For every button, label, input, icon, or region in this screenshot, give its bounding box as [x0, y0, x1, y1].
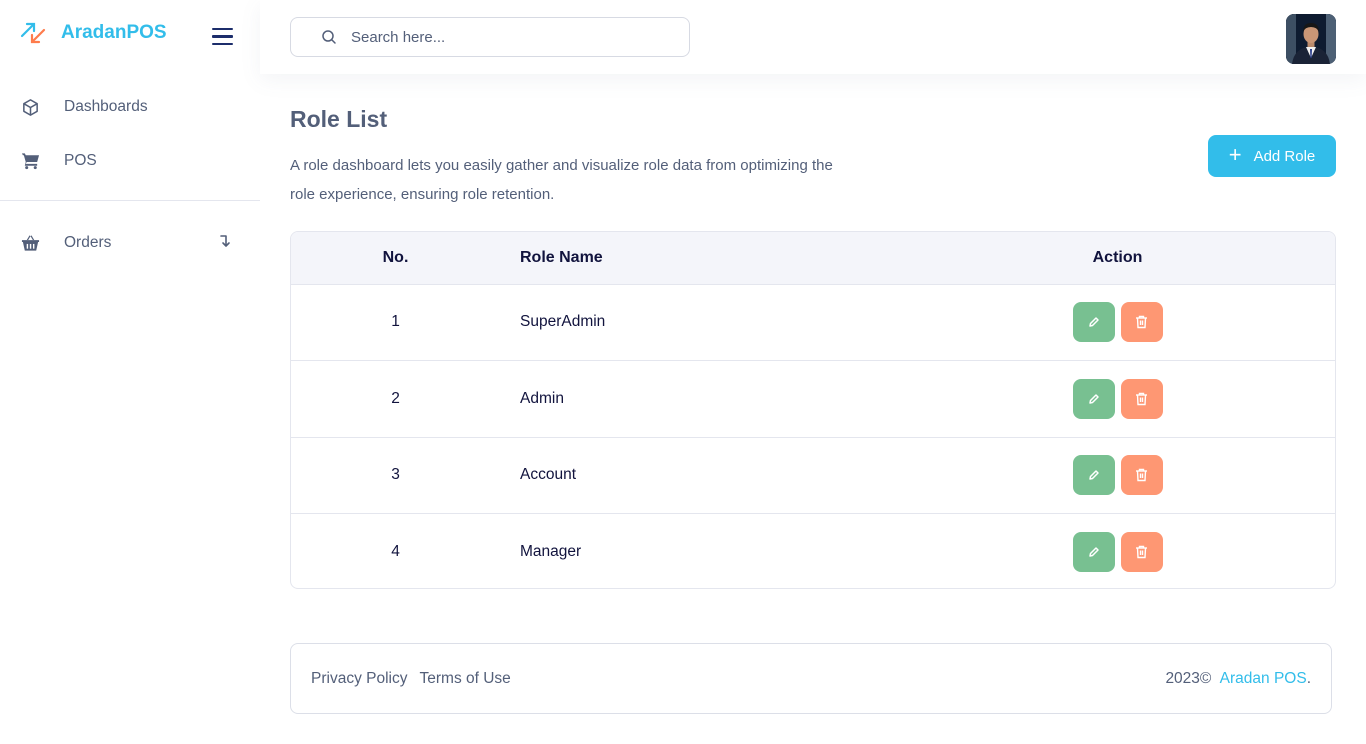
table-row: 3 Account — [291, 436, 1335, 514]
footer-links: Privacy Policy Terms of Use — [311, 670, 519, 688]
add-role-button[interactable]: + Add Role — [1208, 135, 1336, 177]
pencil-icon — [1088, 317, 1099, 327]
row-number: 3 — [291, 436, 500, 514]
top-bar — [260, 0, 1366, 74]
row-actions — [900, 513, 1335, 588]
trash-icon — [1136, 316, 1147, 329]
menu-toggle-icon[interactable] — [212, 28, 233, 45]
delete-button[interactable] — [1120, 532, 1163, 572]
search-icon — [322, 30, 336, 44]
pencil-icon — [1088, 470, 1099, 480]
brand-name: AradanPOS — [61, 22, 167, 43]
page-title: Role List — [290, 106, 388, 132]
sidebar-item-pos[interactable]: POS — [20, 149, 240, 173]
column-header-role-name[interactable]: Role Name — [500, 232, 900, 284]
sidebar-item-label: Dashboards — [64, 98, 148, 115]
sidebar-item-label: Orders — [64, 234, 112, 251]
row-number: 1 — [291, 283, 500, 361]
role-name: Account — [500, 436, 900, 514]
pencil-icon — [1088, 547, 1099, 557]
page-description: A role dashboard lets you easily gather … — [290, 157, 833, 203]
sidebar-item-orders[interactable]: Orders — [20, 231, 240, 255]
delete-button[interactable] — [1120, 302, 1163, 343]
row-actions — [900, 283, 1335, 361]
edit-button[interactable] — [1072, 302, 1115, 343]
table-row: 1 SuperAdmin — [291, 283, 1335, 361]
brand[interactable]: AradanPOS — [20, 18, 167, 48]
edit-button[interactable] — [1072, 455, 1115, 496]
search-box[interactable] — [290, 17, 690, 57]
terms-of-use-link[interactable]: Terms of Use — [420, 670, 511, 687]
row-actions — [900, 436, 1335, 514]
footer-copyright: 2023© Aradan POS. — [1165, 670, 1311, 688]
row-actions — [900, 360, 1335, 437]
cart-icon — [20, 151, 40, 171]
trash-icon — [1136, 545, 1147, 559]
sidebar-item-dashboards[interactable]: Dashboards — [20, 95, 240, 119]
cube-icon — [20, 97, 40, 117]
search-input[interactable] — [351, 28, 661, 46]
edit-button[interactable] — [1072, 378, 1115, 419]
sidebar-divider — [0, 200, 260, 201]
delete-button[interactable] — [1120, 378, 1163, 419]
basket-icon — [20, 233, 40, 253]
row-number: 2 — [291, 360, 500, 437]
edit-button[interactable] — [1072, 532, 1115, 572]
arrow-down-right-icon — [220, 235, 230, 247]
copyright-suffix: . — [1306, 670, 1311, 687]
table-header-row: No. Role Name Action — [291, 232, 1335, 284]
trash-icon — [1136, 392, 1147, 405]
copyright-year: 2023© — [1165, 670, 1212, 687]
role-name: Admin — [500, 360, 900, 437]
role-table: No. Role Name Action 1 SuperAdmin 2 Admi… — [290, 231, 1336, 589]
delete-button[interactable] — [1120, 455, 1163, 496]
role-name: SuperAdmin — [500, 283, 900, 361]
trash-icon — [1136, 469, 1147, 482]
table-row: 2 Admin — [291, 360, 1335, 437]
plus-icon: + — [1228, 142, 1242, 167]
avatar[interactable] — [1286, 14, 1336, 64]
add-role-label: Add Role — [1253, 147, 1316, 165]
role-name: Manager — [500, 513, 900, 588]
row-number: 4 — [291, 513, 500, 588]
sidebar: AradanPOS Dashboards POS Orders — [0, 0, 260, 252]
column-header-action: Action — [1092, 248, 1143, 266]
footer-brand-link[interactable]: Aradan POS — [1220, 670, 1307, 687]
privacy-policy-link[interactable]: Privacy Policy — [311, 670, 407, 687]
logo-icon — [20, 22, 46, 44]
table-row: 4 Manager — [291, 513, 1335, 588]
column-header-no[interactable]: No. — [291, 232, 500, 284]
footer: Privacy Policy Terms of Use 2023© Aradan… — [290, 643, 1332, 714]
pencil-icon — [1088, 394, 1099, 404]
sidebar-item-label: POS — [64, 152, 97, 169]
